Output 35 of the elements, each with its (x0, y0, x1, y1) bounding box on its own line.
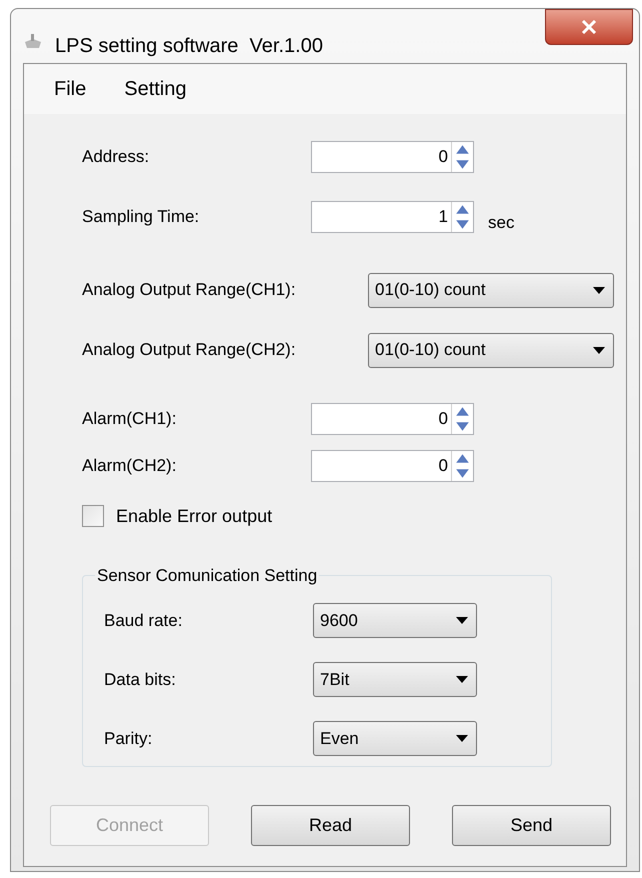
dropdown[interactable]: 01(0-10) count (368, 272, 614, 308)
field-label: Parity: (104, 728, 154, 750)
dropdown[interactable]: Even (313, 721, 477, 756)
action-button[interactable]: Read (251, 805, 410, 846)
checkbox[interactable] (82, 505, 104, 527)
dropdown[interactable]: 9600 (313, 603, 477, 638)
caret-icon (593, 286, 605, 294)
field-label: Address: (82, 146, 150, 168)
field-label: Sampling Time: (82, 206, 200, 228)
menu-item[interactable]: File (54, 74, 86, 104)
caret-icon (593, 346, 605, 354)
dropdown[interactable]: 7Bit (313, 662, 477, 697)
unit-label: sec (488, 212, 514, 234)
field-label: Alarm(CH2): (82, 454, 178, 477)
field-label: Analog Output Range(CH1): (82, 279, 297, 302)
caret-icon (456, 617, 468, 624)
checkbox-label: Enable Error output (116, 504, 272, 528)
dropdown[interactable]: 01(0-10) count (368, 332, 614, 368)
close-icon (581, 20, 597, 34)
close-button[interactable] (545, 9, 633, 45)
action-button[interactable]: Send (452, 805, 611, 846)
number-spinbox[interactable]: 0 (311, 450, 474, 482)
app-icon (23, 33, 43, 49)
caret-icon (456, 735, 468, 742)
caret-icon (456, 676, 468, 683)
number-spinbox[interactable]: 0 (311, 141, 474, 173)
group-title: Sensor Comunication Setting (96, 564, 318, 586)
field-label: Alarm(CH1): (82, 408, 178, 430)
field-label: Baud rate: (104, 610, 184, 632)
field-label: Analog Output Range(CH2): (82, 339, 297, 362)
field-label: Data bits: (104, 668, 177, 691)
window-title: LPS setting software Ver.1.00 (55, 34, 323, 59)
number-spinbox[interactable]: 0 (311, 402, 474, 434)
number-spinbox[interactable]: 1 (311, 200, 474, 233)
menu-item[interactable]: Setting (124, 74, 186, 104)
